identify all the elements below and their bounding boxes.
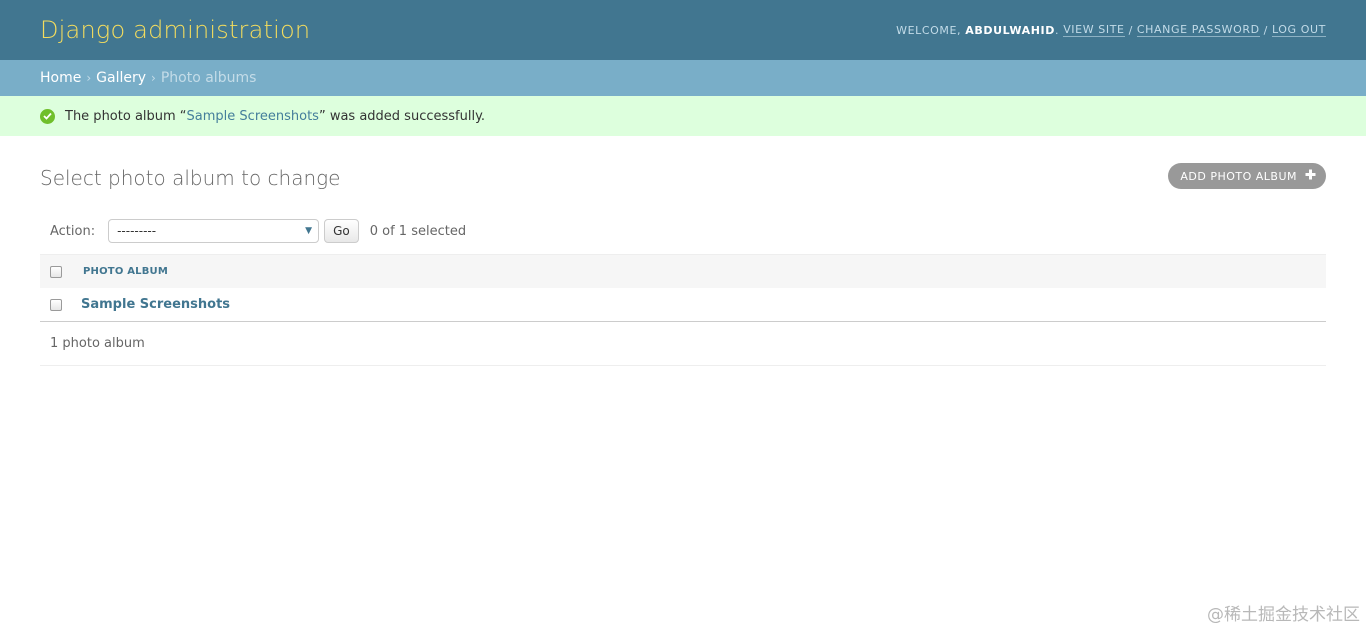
select-all-checkbox[interactable] — [50, 265, 62, 278]
success-message: The photo album “Sample Screenshots” was… — [0, 96, 1366, 136]
site-name[interactable]: Django administration — [40, 16, 310, 44]
table-header: Photo album — [40, 254, 1326, 288]
message-text: The photo album “Sample Screenshots” was… — [65, 108, 486, 124]
action-label: Action: — [50, 223, 96, 239]
row-checkbox[interactable] — [50, 298, 62, 311]
log-out-link[interactable]: Log out — [1271, 23, 1326, 37]
action-select-value: --------- — [117, 224, 157, 238]
content: Select photo album to change Add photo a… — [0, 136, 1366, 366]
row-link[interactable]: Sample Screenshots — [81, 297, 230, 312]
header: Django administration Welcome, abdulwahi… — [0, 0, 1366, 60]
breadcrumb-separator: › — [86, 71, 92, 85]
check-circle-icon — [40, 108, 55, 124]
breadcrumb-gallery[interactable]: Gallery — [96, 70, 146, 86]
add-photo-album-button[interactable]: Add photo album — [1168, 163, 1326, 189]
go-button[interactable]: Go — [324, 219, 359, 243]
column-header-photo-album[interactable]: Photo album — [83, 266, 168, 277]
message-album-name: Sample Screenshots — [186, 108, 319, 124]
change-password-link[interactable]: Change password — [1136, 23, 1260, 37]
username: abdulwahid — [965, 23, 1055, 37]
results-table: Photo album Sample Screenshots 1 photo a… — [40, 254, 1326, 366]
welcome-text: Welcome, — [896, 23, 962, 37]
watermark: @稀土掘金技术社区 — [1207, 605, 1360, 625]
plus-icon — [1305, 169, 1316, 183]
breadcrumb-separator: › — [151, 71, 156, 85]
action-select[interactable]: --------- ▼ — [108, 219, 320, 243]
breadcrumb-current: Photo albums — [160, 70, 257, 86]
table-row: Sample Screenshots — [40, 288, 1326, 322]
actions-bar: Action: --------- ▼ Go 0 of 1 selected — [40, 219, 1326, 243]
breadcrumb: Home › Gallery › Photo albums — [0, 60, 1366, 96]
chevron-down-icon: ▼ — [305, 226, 313, 236]
view-site-link[interactable]: View site — [1063, 23, 1125, 37]
add-button-label: Add photo album — [1180, 169, 1297, 183]
page-title: Select photo album to change — [40, 166, 341, 190]
selection-counter: 0 of 1 selected — [369, 223, 467, 239]
user-tools: Welcome, abdulwahid. View site / Change … — [896, 23, 1326, 37]
breadcrumb-home[interactable]: Home — [40, 70, 81, 86]
paginator: 1 photo album — [40, 322, 1326, 366]
